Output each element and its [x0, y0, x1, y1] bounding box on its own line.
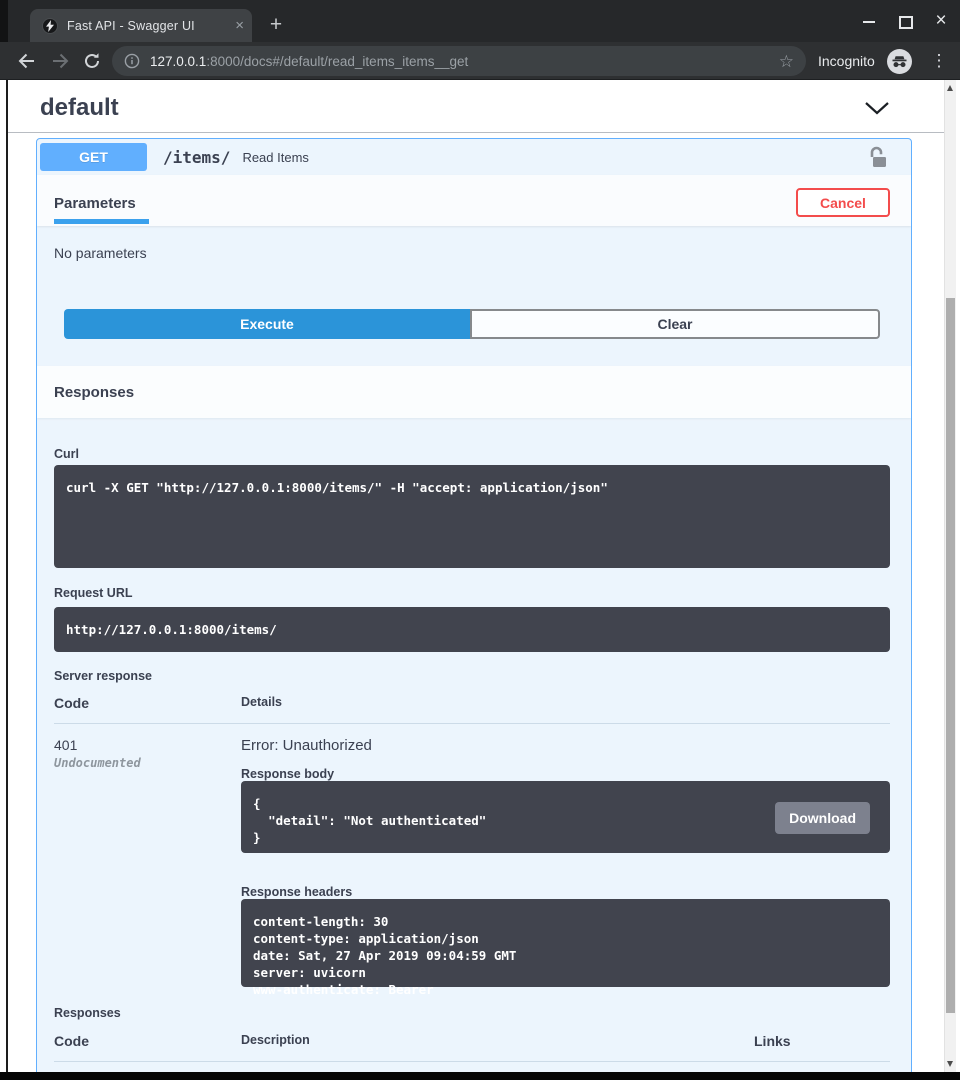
reload-icon — [83, 52, 101, 70]
forward-button[interactable] — [45, 42, 75, 79]
operation-description: Read Items — [242, 150, 308, 165]
server-response-label: Server response — [54, 669, 890, 683]
tab-strip: Fast API - Swagger UI × + × — [0, 0, 960, 42]
response-headers-label: Response headers — [241, 885, 890, 899]
window-frame-edge — [0, 0, 8, 42]
window-controls: × — [862, 0, 948, 42]
execute-button[interactable]: Execute — [64, 309, 470, 339]
status-code: 401 — [54, 737, 241, 753]
bookmark-star-icon[interactable]: ☆ — [779, 53, 794, 70]
response-headers: content-length: 30 content-type: applica… — [241, 899, 890, 987]
parameters-header-row: Parameters Cancel — [37, 175, 911, 226]
swagger-ui: default GET /items/ Read Items Parameter — [8, 80, 944, 1072]
status-code-note: Undocumented — [54, 756, 241, 770]
back-arrow-icon — [17, 52, 36, 70]
server-response-row: 401 Undocumented Error: Unauthorized Res… — [54, 724, 890, 987]
operation-get-items: GET /items/ Read Items Parameters Cancel… — [36, 138, 912, 1072]
page-info-icon[interactable] — [124, 53, 140, 69]
chevron-down-icon[interactable] — [864, 101, 890, 115]
details-cell: Error: Unauthorized Response body { "det… — [241, 737, 890, 987]
status-code-cell: 401 Undocumented — [54, 737, 241, 987]
scrollbar[interactable] — [944, 80, 956, 1072]
no-parameters-message: No parameters — [37, 226, 911, 298]
response-body-label: Response body — [241, 767, 890, 781]
documented-response-row: 200 Successful Response No links — [54, 1062, 890, 1072]
maximize-button[interactable] — [898, 14, 912, 28]
tab-parameters[interactable]: Parameters — [54, 195, 149, 224]
download-button[interactable]: Download — [775, 802, 870, 834]
kebab-menu-button[interactable]: ⋮ — [926, 42, 952, 79]
browser-chrome: Fast API - Swagger UI × + × — [0, 0, 960, 80]
unlock-icon — [868, 146, 888, 169]
authorize-button[interactable] — [868, 146, 888, 169]
url-text: 127.0.0.1:8000/docs#/default/read_items_… — [150, 54, 771, 69]
documented-responses-label: Responses — [54, 1006, 890, 1020]
reload-button[interactable] — [77, 42, 107, 79]
column-description: Description — [241, 1033, 754, 1049]
back-button[interactable] — [11, 42, 41, 79]
tab-close-icon[interactable]: × — [235, 18, 244, 33]
browser-tab[interactable]: Fast API - Swagger UI × — [30, 9, 252, 42]
tab-title: Fast API - Swagger UI — [67, 19, 231, 33]
cancel-button[interactable]: Cancel — [796, 188, 890, 217]
url-path: :8000/docs#/default/read_items_items__ge… — [206, 54, 468, 69]
column-details: Details — [241, 695, 890, 711]
browser-toolbar: 127.0.0.1:8000/docs#/default/read_items_… — [0, 42, 960, 80]
new-tab-button[interactable]: + — [262, 12, 290, 40]
documented-table-head: Code Description Links — [54, 1033, 890, 1062]
page-viewport: default GET /items/ Read Items Parameter — [0, 80, 960, 1072]
fastapi-favicon — [42, 18, 58, 34]
section-divider — [8, 132, 944, 133]
server-response-table-head: Code Details — [54, 695, 890, 724]
scroll-up-button[interactable] — [945, 81, 956, 95]
window-bottom-edge — [0, 1072, 960, 1080]
scrollbar-thumb[interactable] — [946, 298, 955, 1013]
forward-arrow-icon — [51, 52, 70, 70]
close-button[interactable]: × — [934, 14, 948, 28]
column-links: Links — [754, 1033, 890, 1049]
responses-body: Curl curl -X GET "http://127.0.0.1:8000/… — [37, 447, 911, 1072]
column-code: Code — [54, 1033, 241, 1049]
scroll-down-button[interactable] — [945, 1057, 956, 1071]
curl-command: curl -X GET "http://127.0.0.1:8000/items… — [54, 465, 890, 568]
operation-path[interactable]: /items/ — [163, 148, 230, 167]
request-url-label: Request URL — [54, 586, 890, 600]
address-bar[interactable]: 127.0.0.1:8000/docs#/default/read_items_… — [112, 46, 806, 76]
server-response-table: Code Details 401 Undocumented Error: Una… — [54, 695, 890, 987]
lightning-icon — [45, 20, 55, 32]
method-badge: GET — [40, 143, 147, 171]
minimize-button[interactable] — [862, 14, 876, 28]
incognito-label: Incognito — [818, 42, 875, 79]
documented-responses-table: Code Description Links 200 Successful Re… — [54, 1033, 890, 1072]
clear-button[interactable]: Clear — [470, 309, 880, 339]
incognito-icon — [887, 49, 912, 74]
error-title: Error: Unauthorized — [241, 737, 890, 754]
curl-label: Curl — [54, 447, 890, 461]
section-title: default — [40, 94, 119, 122]
execute-row: Execute Clear — [37, 298, 911, 366]
column-code: Code — [54, 695, 241, 711]
responses-title: Responses — [54, 384, 134, 401]
request-url-value: http://127.0.0.1:8000/items/ — [54, 607, 890, 652]
url-host: 127.0.0.1 — [150, 54, 206, 69]
section-default-header[interactable]: default — [8, 80, 944, 127]
operation-summary[interactable]: GET /items/ Read Items — [37, 139, 911, 175]
responses-section-header: Responses — [37, 366, 911, 418]
